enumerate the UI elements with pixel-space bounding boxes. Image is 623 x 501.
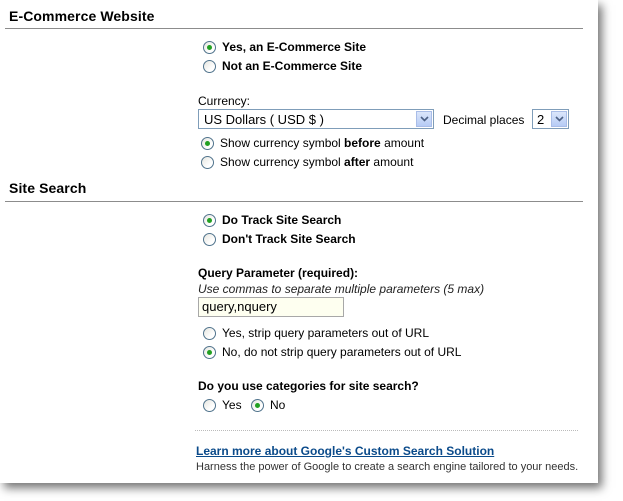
strip-params-no-radio[interactable] [203, 345, 216, 359]
ecommerce-section-header: E-Commerce Website [9, 8, 155, 24]
settings-panel: E-Commerce Website Yes, an E-Commerce Si… [0, 0, 598, 483]
symbol-after-option[interactable]: Show currency symbol after amount [201, 155, 413, 169]
chevron-down-icon[interactable] [416, 111, 432, 127]
no-track-search-label: Don't Track Site Search [222, 232, 356, 246]
query-parameter-input[interactable]: query,nquery [198, 297, 344, 317]
no-track-search-option[interactable]: Don't Track Site Search [203, 232, 356, 246]
strip-params-no-option[interactable]: No, do not strip query parameters out of… [203, 345, 461, 359]
symbol-before-option[interactable]: Show currency symbol before amount [201, 136, 424, 150]
categories-no-radio[interactable] [251, 398, 264, 412]
strip-params-yes-radio[interactable] [203, 326, 216, 340]
symbol-before-radio[interactable] [201, 136, 214, 150]
decimal-places-label: Decimal places [443, 113, 525, 127]
chevron-down-icon[interactable] [551, 111, 567, 127]
no-track-search-radio[interactable] [203, 232, 216, 246]
currency-select[interactable]: US Dollars ( USD $ ) [198, 109, 434, 129]
currency-select-value: US Dollars ( USD $ ) [204, 111, 324, 127]
symbol-before-label: Show currency symbol before amount [220, 136, 425, 150]
ecommerce-no-option[interactable]: Not an E-Commerce Site [203, 59, 362, 73]
categories-no-label: No [270, 398, 286, 412]
ecommerce-yes-radio[interactable] [203, 40, 216, 54]
symbol-after-radio[interactable] [201, 155, 214, 169]
ecommerce-no-radio[interactable] [203, 59, 216, 73]
strip-params-no-label: No, do not strip query parameters out of… [222, 345, 462, 359]
strip-params-yes-label: Yes, strip query parameters out of URL [222, 326, 429, 340]
decimal-places-select[interactable]: 2 [532, 109, 569, 129]
track-search-option[interactable]: Do Track Site Search [203, 213, 341, 227]
ecommerce-yes-option[interactable]: Yes, an E-Commerce Site [203, 40, 366, 54]
currency-label: Currency: [198, 94, 251, 108]
learn-more-link[interactable]: Learn more about Google's Custom Search … [196, 444, 494, 458]
categories-yes-option[interactable]: Yes [203, 398, 242, 412]
strip-params-yes-option[interactable]: Yes, strip query parameters out of URL [203, 326, 429, 340]
site-search-section-header: Site Search [9, 180, 87, 196]
track-search-label: Do Track Site Search [222, 213, 342, 227]
categories-no-option[interactable]: No [251, 398, 285, 412]
ecommerce-yes-label: Yes, an E-Commerce Site [222, 40, 367, 54]
site-search-divider [5, 201, 583, 202]
categories-yes-radio[interactable] [203, 398, 216, 412]
symbol-after-label: Show currency symbol after amount [220, 155, 414, 169]
categories-yes-label: Yes [222, 398, 242, 412]
decimal-places-value: 2 [537, 111, 545, 127]
dotted-divider [195, 430, 578, 431]
query-parameter-hint: Use commas to separate multiple paramete… [198, 282, 485, 296]
categories-question: Do you use categories for site search? [198, 379, 419, 393]
ecommerce-no-label: Not an E-Commerce Site [222, 59, 363, 73]
learn-more-description: Harness the power of Google to create a … [196, 461, 579, 473]
track-search-radio[interactable] [203, 213, 216, 227]
query-parameter-label: Query Parameter (required): [198, 266, 359, 280]
ecommerce-divider [5, 28, 583, 29]
